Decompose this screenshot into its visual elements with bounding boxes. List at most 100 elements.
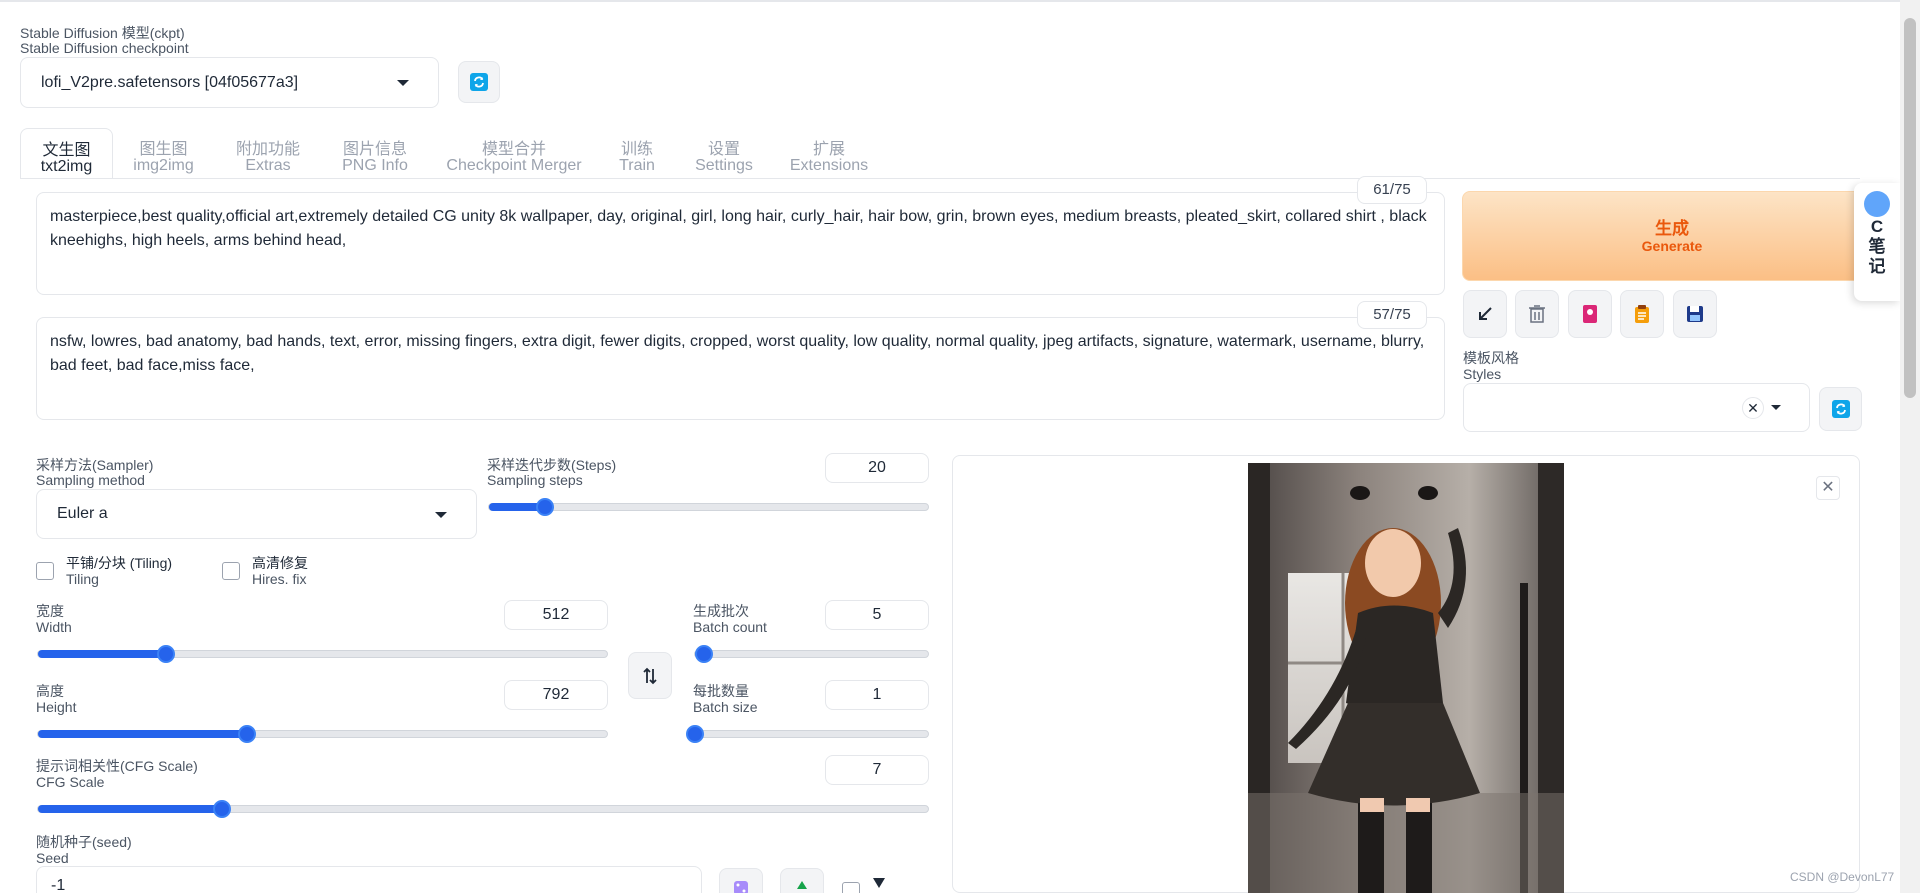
cfg-scale-slider-thumb[interactable] bbox=[213, 800, 231, 818]
batch-size-label: 每批数量 bbox=[693, 683, 749, 699]
height-slider-fill bbox=[38, 730, 247, 738]
sampler-value: Euler a bbox=[57, 505, 108, 522]
extra-networks-button[interactable] bbox=[1568, 290, 1612, 338]
width-slider[interactable] bbox=[37, 645, 608, 663]
refresh-styles-button[interactable] bbox=[1819, 387, 1862, 431]
prompt-token-counter: 61/75 bbox=[1357, 176, 1427, 204]
negative-prompt-textarea[interactable]: nsfw, lowres, bad anatomy, bad hands, te… bbox=[36, 317, 1445, 420]
tab-label-cn: 文生图 bbox=[42, 142, 91, 159]
chevron-down-icon bbox=[435, 512, 447, 518]
steps-label: 采样迭代步数(Steps) bbox=[487, 457, 617, 473]
clipboard-icon bbox=[1635, 305, 1649, 323]
notes-c-label: C bbox=[1870, 217, 1884, 236]
tab-label-en: Train bbox=[619, 157, 655, 174]
refresh-icon bbox=[1831, 400, 1850, 418]
batch-count-slider[interactable] bbox=[694, 645, 929, 663]
watermark-text: CSDN @DevonL77 bbox=[1790, 870, 1895, 884]
width-slider-thumb[interactable] bbox=[157, 645, 175, 663]
tiling-label: 平铺/分块 (Tiling) bbox=[66, 555, 173, 571]
width-input[interactable]: 512 bbox=[504, 600, 608, 630]
checkpoint-label-en: Stable Diffusion checkpoint bbox=[20, 40, 189, 56]
recycle-icon bbox=[797, 881, 807, 889]
sampler-select[interactable]: Euler a bbox=[36, 489, 477, 539]
tab-settings[interactable]: 设置 Settings bbox=[686, 142, 762, 174]
notes-label: 笔记 bbox=[1868, 237, 1886, 276]
refresh-checkpoint-button[interactable] bbox=[458, 61, 500, 103]
steps-slider-thumb[interactable] bbox=[536, 498, 554, 516]
arrow-down-left-icon bbox=[1479, 307, 1492, 320]
notes-widget[interactable]: C 笔记 bbox=[1854, 183, 1900, 301]
tab-label-en: PNG Info bbox=[342, 157, 408, 174]
batch-count-slider-thumb[interactable] bbox=[695, 645, 713, 663]
tab-png-info[interactable]: 图片信息 PNG Info bbox=[330, 142, 420, 174]
batch-size-slider[interactable] bbox=[686, 725, 929, 743]
swap-dimensions-button[interactable] bbox=[628, 652, 672, 699]
tab-label-cn: 图生图 bbox=[139, 141, 188, 158]
tab-extras[interactable]: 附加功能 Extras bbox=[223, 142, 313, 174]
tab-label-en: Extras bbox=[245, 157, 291, 174]
top-border bbox=[0, 0, 1900, 2]
tab-label-en: txt2img bbox=[40, 158, 93, 175]
tab-img2img[interactable]: 图生图 img2img bbox=[120, 142, 207, 174]
height-label: 高度 bbox=[36, 683, 64, 699]
height-slider-thumb[interactable] bbox=[238, 725, 256, 743]
batch-size-input[interactable]: 1 bbox=[825, 680, 929, 710]
generate-button[interactable]: 生成 Generate bbox=[1462, 191, 1882, 281]
tiling-label-en: Tiling bbox=[66, 571, 99, 587]
tab-label-cn: 训练 bbox=[620, 141, 653, 158]
steps-input[interactable]: 20 bbox=[825, 453, 929, 483]
tab-extensions[interactable]: 扩展 Extensions bbox=[786, 142, 872, 174]
apply-styles-button[interactable] bbox=[1620, 290, 1664, 338]
tab-label-en: img2img bbox=[133, 157, 194, 174]
clear-styles-icon[interactable]: ✕ bbox=[1742, 397, 1764, 419]
trash-icon bbox=[1529, 305, 1545, 323]
expand-triangle-icon[interactable] bbox=[873, 878, 885, 888]
width-slider-fill bbox=[38, 650, 166, 658]
cfg-scale-slider[interactable] bbox=[37, 800, 929, 818]
random-seed-button[interactable] bbox=[719, 868, 763, 893]
cfg-scale-slider-fill bbox=[38, 805, 222, 813]
red-book-icon bbox=[1583, 305, 1597, 323]
floppy-disk-icon bbox=[1687, 306, 1703, 322]
batch-count-label: 生成批次 bbox=[693, 603, 749, 619]
batch-count-label-en: Batch count bbox=[693, 619, 767, 635]
width-label: 宽度 bbox=[36, 603, 64, 619]
steps-label-en: Sampling steps bbox=[487, 472, 583, 488]
tab-label-cn: 模型合并 bbox=[481, 141, 546, 158]
read-params-button[interactable] bbox=[1463, 290, 1507, 338]
generated-image[interactable] bbox=[1248, 463, 1564, 893]
seed-label: 随机种子(seed) bbox=[36, 834, 132, 850]
batch-count-input[interactable]: 5 bbox=[825, 600, 929, 630]
height-slider[interactable] bbox=[37, 725, 608, 743]
extra-seed-checkbox[interactable] bbox=[842, 882, 860, 893]
checkpoint-label: Stable Diffusion 模型(ckpt) bbox=[20, 25, 185, 41]
cfg-scale-input[interactable]: 7 bbox=[825, 755, 929, 785]
swap-arrows-icon bbox=[643, 667, 657, 684]
dice-icon bbox=[734, 881, 748, 893]
reuse-seed-button[interactable] bbox=[780, 868, 824, 893]
batch-size-slider-thumb[interactable] bbox=[686, 725, 704, 743]
clear-prompt-button[interactable] bbox=[1515, 290, 1559, 338]
prompt-textarea[interactable]: masterpiece,best quality,official art,ex… bbox=[36, 192, 1445, 295]
save-style-button[interactable] bbox=[1673, 290, 1717, 338]
styles-select[interactable]: ✕ bbox=[1463, 383, 1810, 432]
tab-train[interactable]: 训练 Train bbox=[600, 142, 674, 174]
chevron-down-icon bbox=[1771, 405, 1781, 410]
tab-txt2img[interactable]: 文生图 txt2img bbox=[20, 128, 113, 179]
height-label-en: Height bbox=[36, 699, 77, 715]
seed-input[interactable]: -1 bbox=[36, 866, 702, 893]
steps-slider[interactable] bbox=[488, 498, 929, 516]
tab-label-cn: 图片信息 bbox=[342, 141, 407, 158]
sampler-label-en: Sampling method bbox=[36, 472, 145, 488]
scrollbar-thumb[interactable] bbox=[1904, 18, 1916, 398]
seed-label-en: Seed bbox=[36, 850, 69, 866]
hires-fix-checkbox[interactable] bbox=[222, 562, 240, 580]
height-input[interactable]: 792 bbox=[504, 680, 608, 710]
sampler-label: 采样方法(Sampler) bbox=[36, 457, 154, 473]
chevron-down-icon bbox=[397, 80, 409, 86]
tab-checkpoint-merger[interactable]: 模型合并 Checkpoint Merger bbox=[445, 142, 583, 174]
checkpoint-select[interactable]: lofi_V2pre.safetensors [04f05677a3] bbox=[20, 57, 439, 108]
close-icon[interactable]: ✕ bbox=[1816, 476, 1840, 500]
generate-label-cn: 生成 bbox=[1655, 219, 1689, 238]
tiling-checkbox[interactable] bbox=[36, 562, 54, 580]
